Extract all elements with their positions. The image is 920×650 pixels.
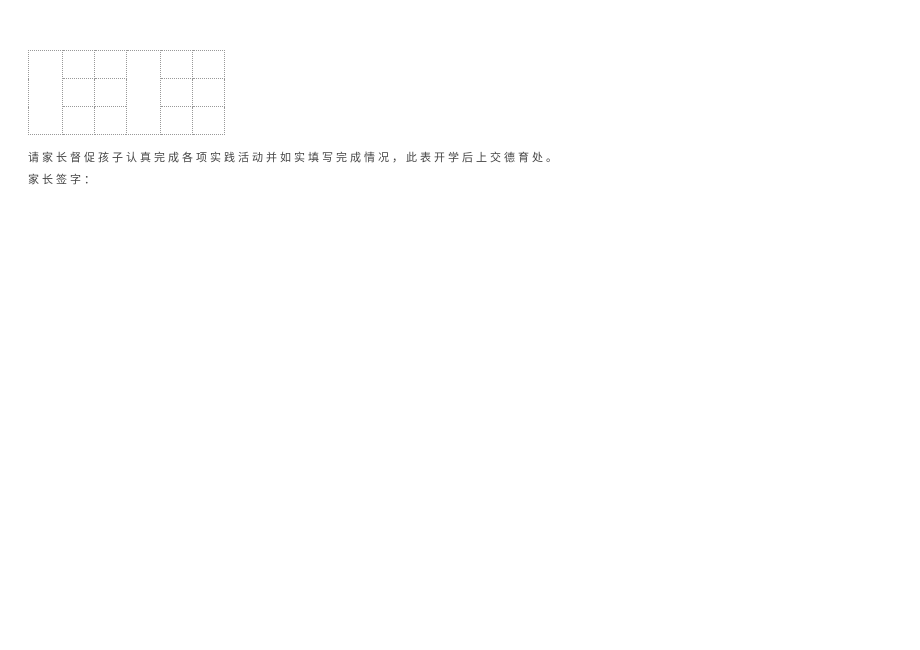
instruction-text: 请家长督促孩子认真完成各项实践活动并如实填写完成情况，此表开学后上交德育处。	[28, 147, 892, 169]
practice-table	[28, 50, 892, 135]
cell-mid-merged	[127, 51, 161, 135]
cell	[161, 107, 193, 135]
cell	[63, 107, 95, 135]
cell	[161, 51, 193, 79]
cell	[193, 51, 225, 79]
cell	[161, 79, 193, 107]
cell	[63, 79, 95, 107]
cell	[193, 107, 225, 135]
cell-left-merged	[29, 51, 63, 135]
cell	[95, 107, 127, 135]
grid-table	[28, 50, 225, 135]
signature-label: 家长签字：	[28, 169, 892, 191]
cell	[95, 51, 127, 79]
cell	[63, 51, 95, 79]
cell	[193, 79, 225, 107]
cell	[95, 79, 127, 107]
